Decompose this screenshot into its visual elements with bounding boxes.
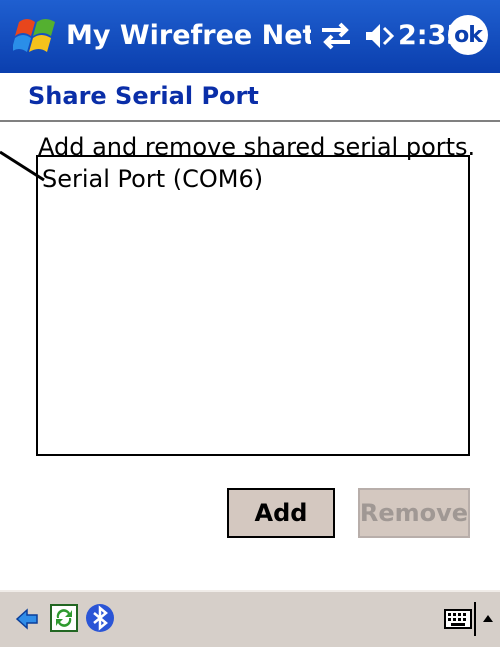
back-arrow-icon[interactable] <box>14 606 40 632</box>
list-item-serial-port[interactable]: Serial Port (COM6) <box>38 157 468 201</box>
bottom-toolbar <box>0 590 500 647</box>
sip-divider <box>474 602 476 636</box>
sync-icon[interactable] <box>48 602 80 634</box>
page-title: Share Serial Port <box>28 82 259 110</box>
remove-button[interactable]: Remove <box>358 488 470 538</box>
connectivity-icon[interactable] <box>316 18 356 54</box>
sip-up-arrow-icon[interactable] <box>480 604 496 634</box>
app-title[interactable]: My Wirefree Networ <box>66 20 311 51</box>
serial-port-list[interactable]: Serial Port (COM6) <box>36 155 470 456</box>
add-button[interactable]: Add <box>227 488 335 538</box>
ok-button[interactable]: ok <box>448 15 488 55</box>
header-divider <box>0 120 500 122</box>
title-bar: My Wirefree Networ 2:33 ok <box>0 0 500 73</box>
keyboard-icon[interactable] <box>444 604 472 634</box>
bluetooth-icon[interactable] <box>84 602 116 634</box>
volume-icon[interactable] <box>362 20 396 52</box>
